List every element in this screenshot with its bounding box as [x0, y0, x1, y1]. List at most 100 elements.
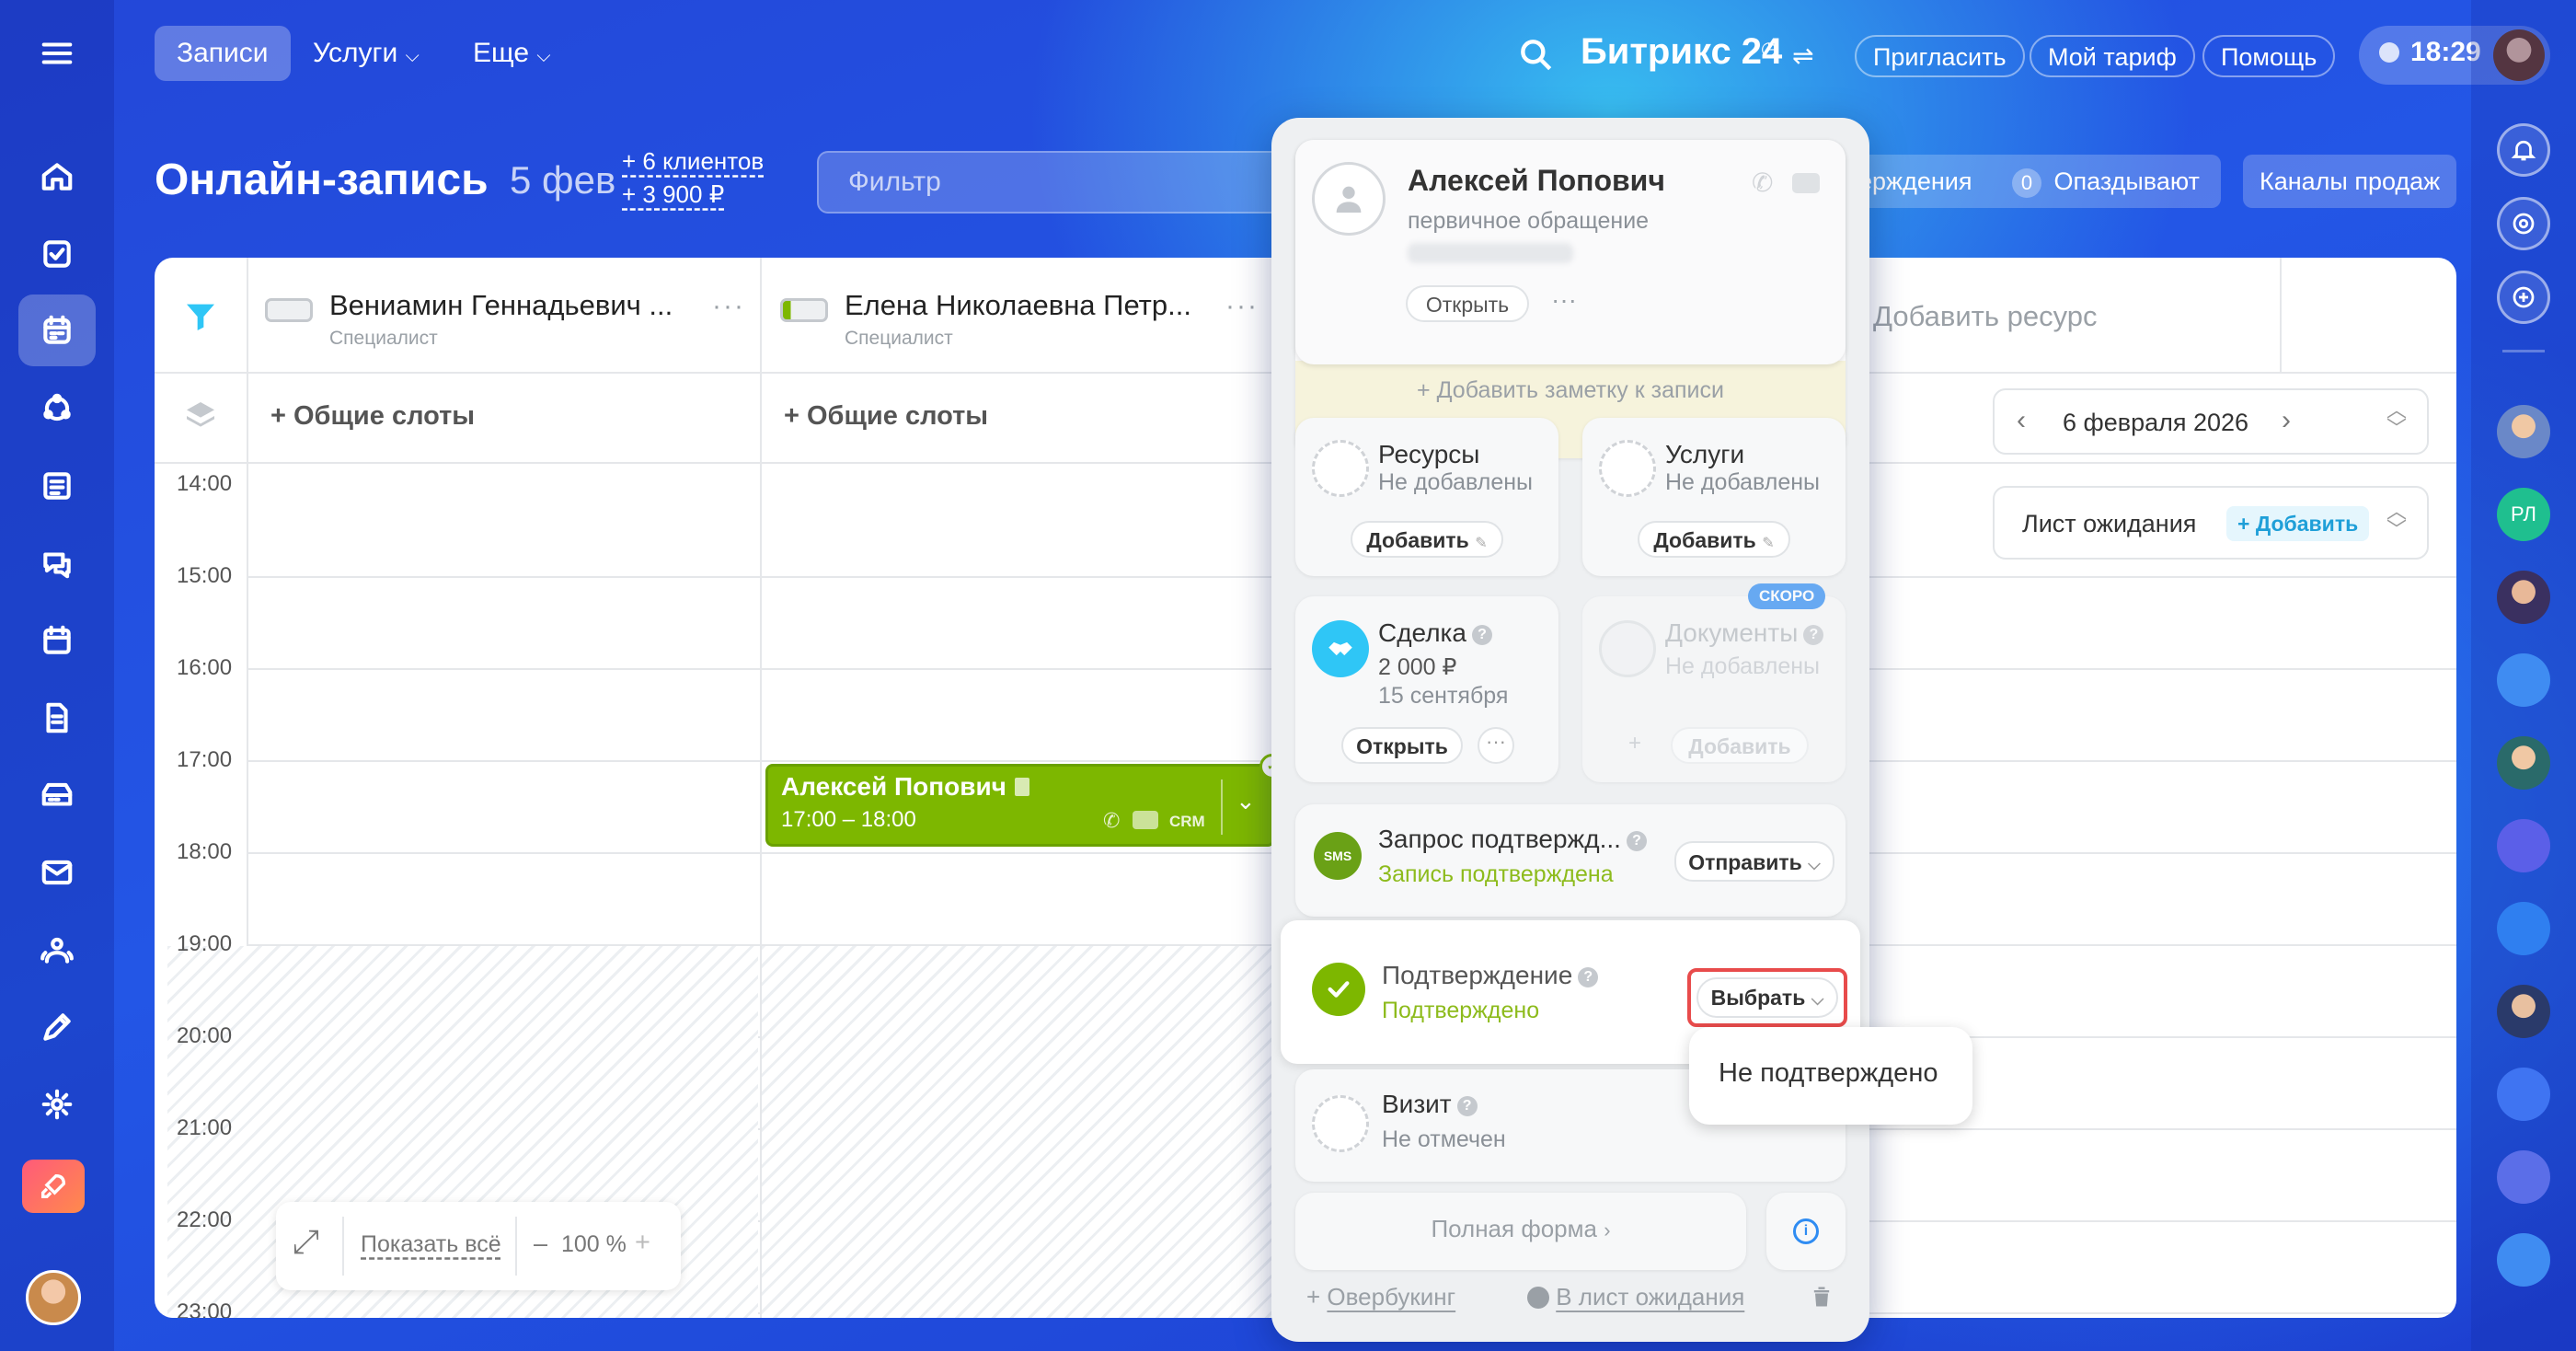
group-chat-icon[interactable]: [2497, 653, 2550, 707]
waitlist-panel: Лист ожидания + Добавить ︿ ﹀: [1993, 486, 2429, 560]
phone-icon[interactable]: ✆: [1752, 167, 1773, 198]
common-slots-button[interactable]: + Общие слоты: [784, 401, 988, 432]
contact-avatar-initials[interactable]: РЛ: [2497, 488, 2550, 541]
booking-event[interactable]: Алексей Попович 17:00 – 18:00 ✆ CRM ⌄ ✓: [765, 754, 1285, 847]
filter-funnel-icon[interactable]: [182, 298, 219, 335]
home-icon[interactable]: [35, 155, 79, 199]
next-day-icon[interactable]: ›: [2282, 405, 2291, 436]
prev-day-icon[interactable]: ‹: [2017, 405, 2026, 436]
contact-avatar[interactable]: [2497, 985, 2550, 1038]
open-deal-button[interactable]: Открыть: [1341, 727, 1463, 764]
tab-records[interactable]: Записи: [155, 26, 291, 81]
invite-button[interactable]: Пригласить: [1855, 35, 2025, 77]
mail-icon[interactable]: [35, 850, 79, 895]
resource-name[interactable]: Вениамин Геннадьевич ...: [329, 289, 673, 322]
help-icon[interactable]: ?: [1578, 966, 1599, 987]
add-service-button[interactable]: Добавить ✎: [1638, 521, 1790, 558]
help-icon[interactable]: ?: [1803, 624, 1824, 645]
notifications-icon[interactable]: [2497, 123, 2550, 177]
waitlist-add-button[interactable]: + Добавить: [2226, 506, 2370, 541]
sites-icon[interactable]: [35, 1005, 79, 1049]
channel-icon[interactable]: [2497, 819, 2550, 872]
confirm-counter-label[interactable]: ерждения: [1858, 167, 1972, 195]
tab-services[interactable]: Услуги ⌵: [291, 26, 442, 81]
zoom-out-button[interactable]: –: [534, 1230, 547, 1258]
client-name[interactable]: Алексей Попович: [1408, 164, 1665, 198]
trash-icon[interactable]: [1809, 1283, 1834, 1311]
resource-name[interactable]: Елена Николаевна Петр...: [845, 289, 1191, 322]
tab-more[interactable]: Еще ⌵: [451, 26, 573, 81]
contact-avatar[interactable]: [2497, 571, 2550, 624]
stat-sum[interactable]: + 3 900 ₽: [622, 180, 724, 209]
group-icon[interactable]: [2497, 1150, 2550, 1204]
messenger-icon[interactable]: [2497, 271, 2550, 324]
client-menu-icon[interactable]: ···: [1551, 285, 1577, 315]
divider: [2502, 350, 2545, 352]
deal-title-label: Сделка: [1378, 618, 1466, 647]
document-icon[interactable]: [35, 696, 79, 740]
inventory-icon[interactable]: [35, 773, 79, 817]
help-icon[interactable]: ?: [1456, 1095, 1478, 1116]
settings-icon[interactable]: [35, 1082, 79, 1126]
resource-menu-icon[interactable]: ···: [1225, 291, 1259, 322]
user-avatar[interactable]: [26, 1270, 81, 1325]
layers-icon[interactable]: [182, 398, 219, 434]
phone-icon[interactable]: ✆: [1103, 809, 1120, 833]
waitlist-toggle-icon[interactable]: ︿ ﹀: [2386, 502, 2407, 540]
late-counter-label[interactable]: Опаздывают: [2054, 167, 2200, 195]
open-client-button[interactable]: Открыть: [1406, 285, 1529, 322]
chat-bubble-icon[interactable]: [1133, 811, 1158, 829]
lock-icon[interactable]: [2497, 902, 2550, 955]
zoom-in-button[interactable]: +: [635, 1228, 650, 1258]
feed-icon[interactable]: [35, 464, 79, 508]
stat-clients[interactable]: + 6 клиентов: [622, 147, 764, 176]
add-resource-button[interactable]: Добавить ресурс: [1873, 300, 2098, 333]
resource-menu-icon[interactable]: ···: [712, 291, 745, 322]
overbooking-button[interactable]: + Овербукинг: [1306, 1283, 1455, 1311]
plus-icon: +: [1628, 731, 1642, 756]
show-all-button[interactable]: Показать всё: [361, 1231, 501, 1258]
calendar-icon[interactable]: [35, 618, 79, 663]
deal-menu-icon[interactable]: ···: [1478, 727, 1514, 764]
expand-icon[interactable]: ⤢: [293, 1222, 319, 1262]
bot-icon[interactable]: [2497, 1068, 2550, 1121]
counters-bar: ерждения 0 Опаздывают: [1838, 155, 2221, 208]
common-slots-button[interactable]: + Общие слоты: [270, 401, 475, 432]
search-icon[interactable]: [1516, 35, 1557, 75]
pencil-icon: ✎: [1762, 536, 1775, 551]
sales-channels-button[interactable]: Каналы продаж: [2243, 155, 2457, 208]
tariff-button[interactable]: Мой тариф: [2030, 35, 2195, 77]
select-confirmation-button[interactable]: Выбрать ⌵: [1696, 977, 1838, 1018]
contact-avatar[interactable]: [2497, 405, 2550, 458]
contact-avatar[interactable]: [2497, 736, 2550, 790]
to-waitlist-button[interactable]: В лист ожидания: [1527, 1283, 1744, 1311]
add-document-button[interactable]: Добавить: [1671, 727, 1809, 764]
rocket-icon[interactable]: [22, 1160, 85, 1213]
brand-settings-icon[interactable]: ⇌: [1792, 40, 1813, 71]
crm-icon[interactable]: [35, 387, 79, 431]
employees-icon[interactable]: [35, 928, 79, 972]
tasks-icon[interactable]: [35, 232, 79, 276]
chevron-down-icon[interactable]: ⌄: [1236, 787, 1256, 815]
soon-badge: СКОРО: [1748, 583, 1826, 609]
help-button[interactable]: Помощь: [2202, 35, 2336, 77]
menu-icon[interactable]: [35, 31, 79, 75]
booking-icon[interactable]: [18, 294, 96, 366]
dropdown-option-not-confirmed[interactable]: Не подтверждено: [1719, 1058, 1938, 1089]
chat-bubble-icon[interactable]: [1792, 173, 1820, 193]
help-icon[interactable]: ?: [1471, 624, 1492, 645]
help-icon[interactable]: ?: [1626, 830, 1647, 851]
crm-badge[interactable]: CRM: [1169, 813, 1205, 831]
info-button[interactable]: i: [1766, 1193, 1846, 1270]
send-request-button[interactable]: Отправить ⌵: [1674, 841, 1834, 882]
expand-calendar-icon[interactable]: ︿ ﹀: [2386, 400, 2407, 439]
chat-icon[interactable]: [35, 541, 79, 585]
send-request-label: Отправить: [1688, 850, 1802, 874]
add-note-button[interactable]: + Добавить заметку к записи: [1295, 377, 1846, 404]
copilot-icon[interactable]: [2497, 197, 2550, 250]
news-icon[interactable]: [2497, 1233, 2550, 1287]
current-date[interactable]: 6 февраля 2026: [2063, 409, 2248, 437]
page-date[interactable]: 5 фев: [510, 158, 615, 202]
add-resource-popup-button[interactable]: Добавить ✎: [1351, 521, 1503, 558]
full-form-button[interactable]: Полная форма ›: [1295, 1193, 1746, 1270]
